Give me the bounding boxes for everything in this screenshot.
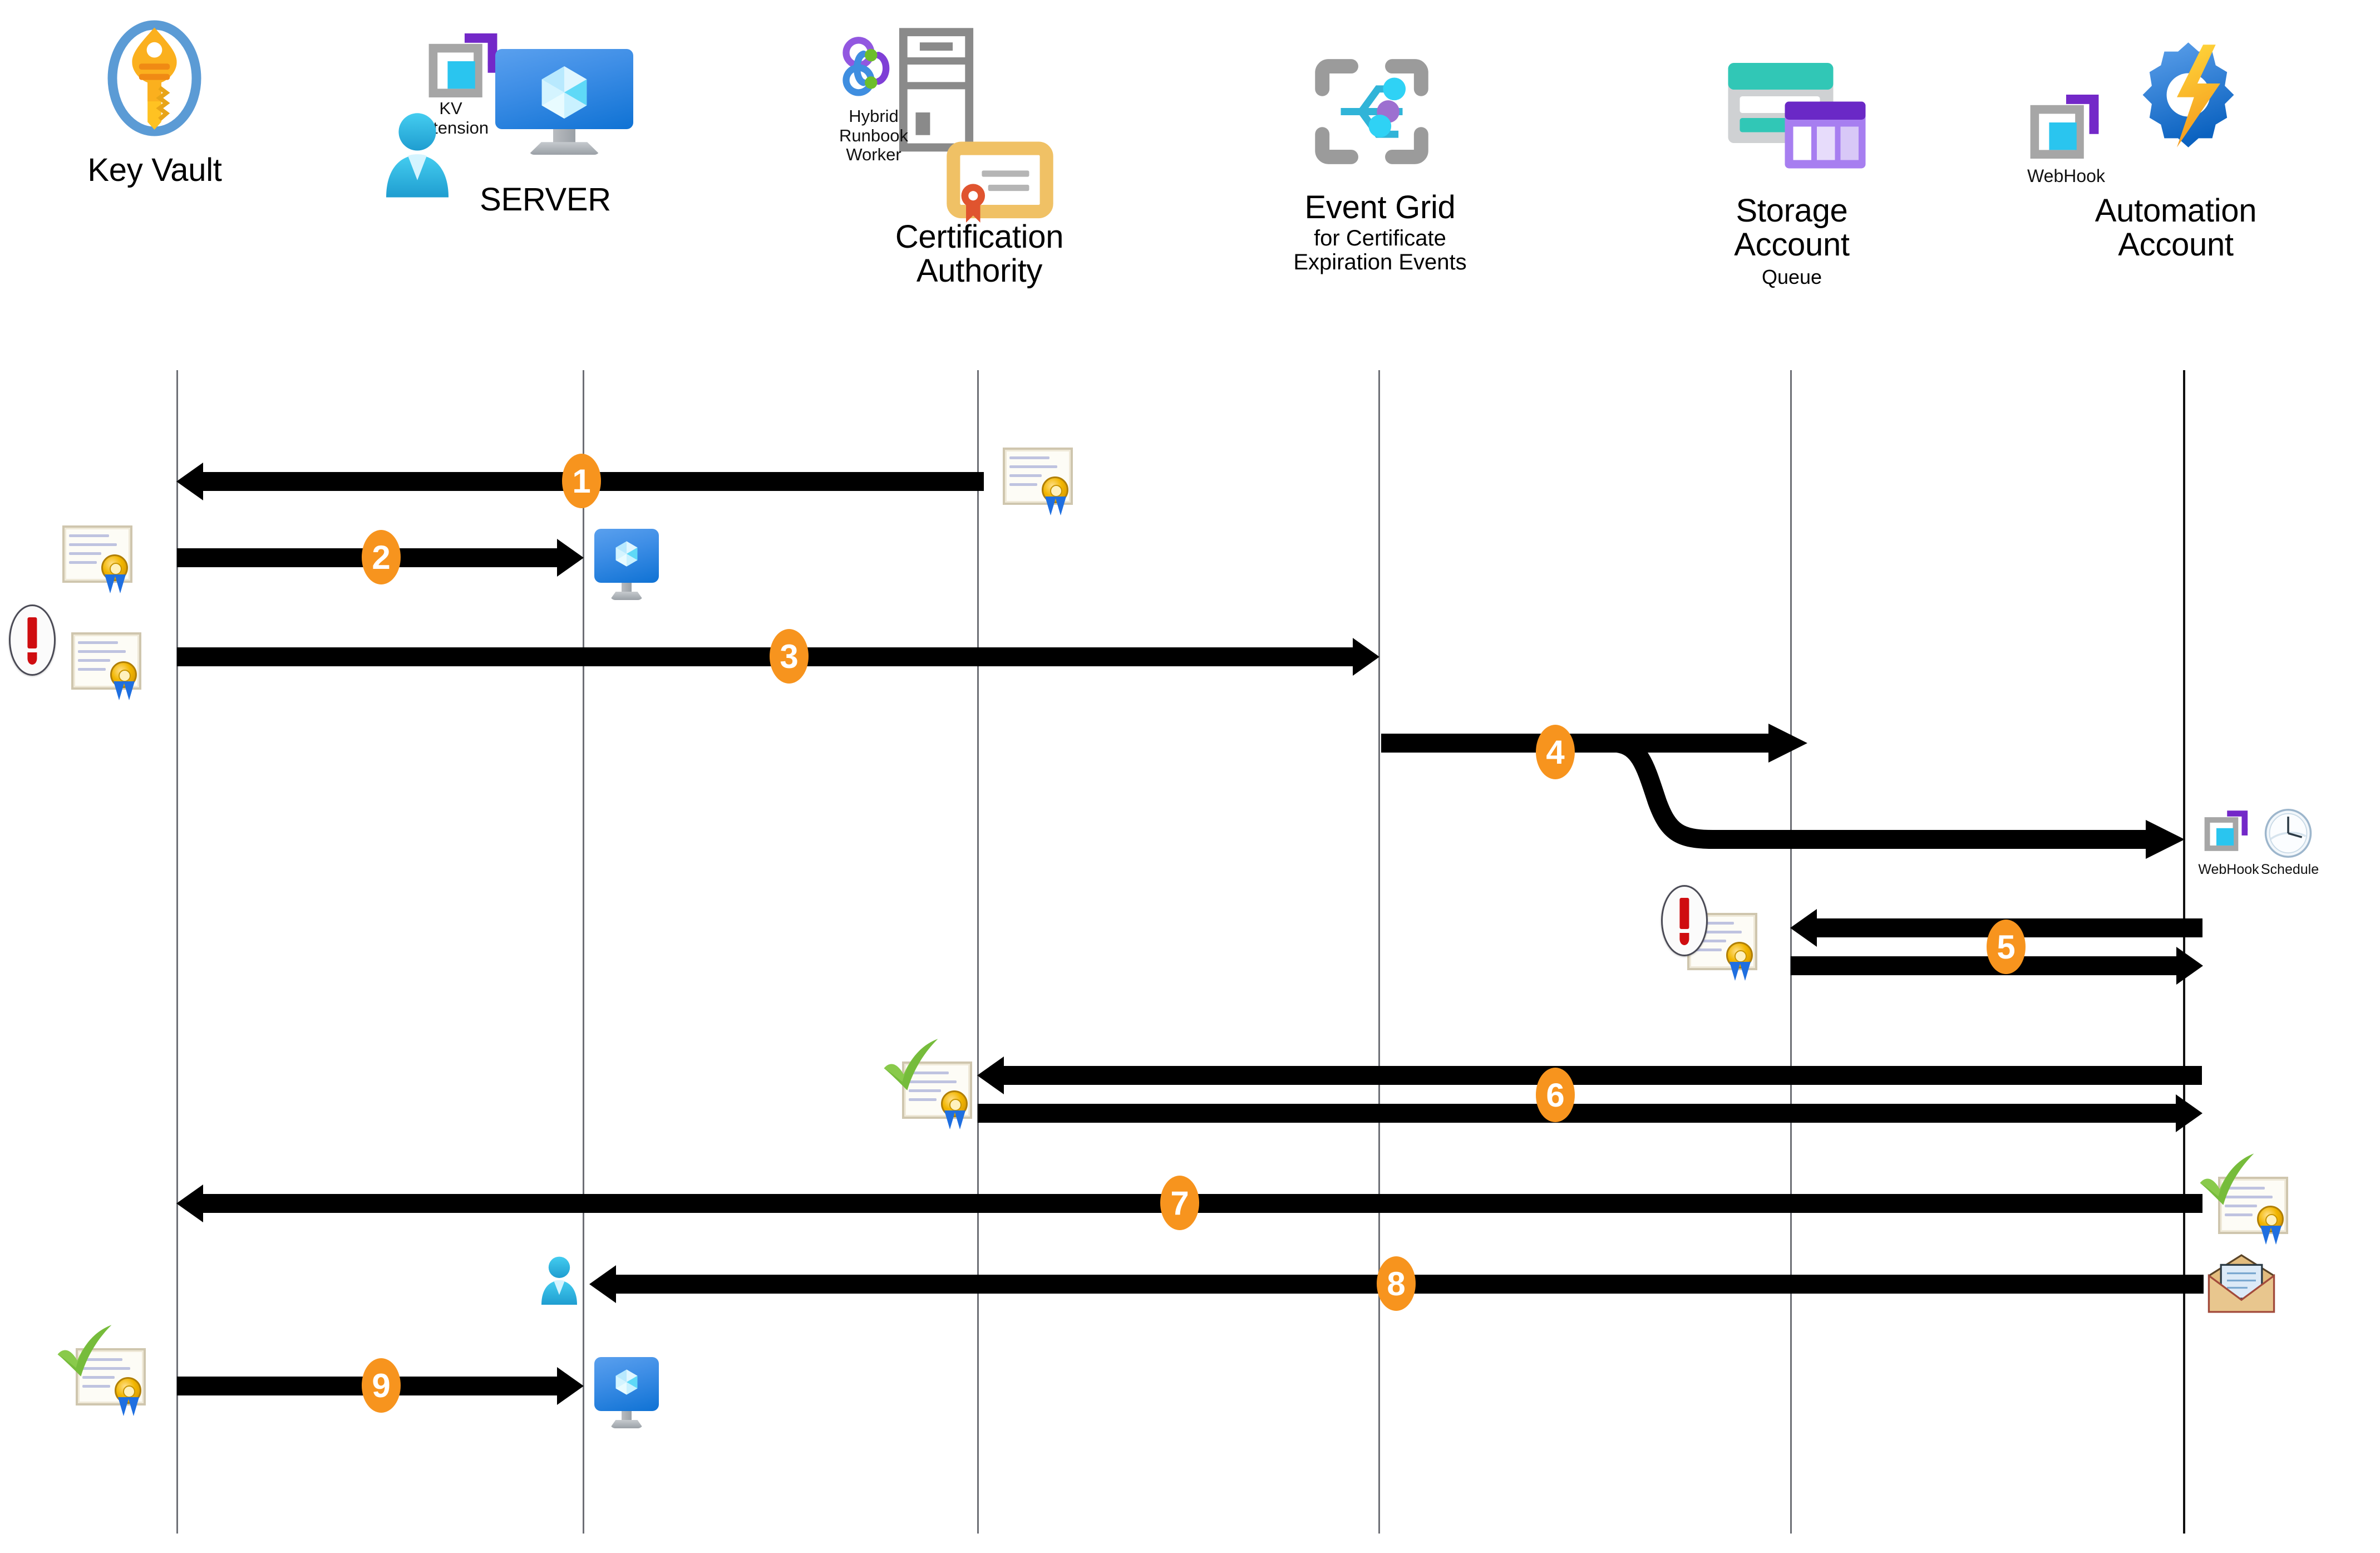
- alert-exclamation-icon-step-5: [1661, 885, 1708, 956]
- step-badge-9: 9: [362, 1358, 401, 1413]
- lifeline-certification-authority: [977, 370, 979, 1534]
- sequence-diagram-canvas: Key Vault KV Extension SERVER Hybrid Run…: [0, 0, 2380, 1553]
- certificate-icon-step-1: [1002, 444, 1080, 517]
- green-check-icon-step-7: [2196, 1151, 2258, 1212]
- green-check-icon-step-9: [54, 1323, 115, 1384]
- person-icon-step-8: [537, 1255, 582, 1305]
- server-monitor-icon-step-2: [594, 529, 659, 600]
- arrow-step-6-inbound: [977, 1056, 2202, 1094]
- webhook-small-label: WebHook: [2198, 862, 2259, 877]
- arrow-step-6-outbound: [978, 1094, 2202, 1132]
- column-title-server: SERVER: [480, 181, 611, 218]
- step-badge-4: 4: [1536, 725, 1575, 779]
- webhook-icon: [2029, 94, 2101, 166]
- step-badge-3: 3: [770, 629, 809, 684]
- column-header-server: SERVER: [390, 183, 701, 217]
- webhook-icon-small: [2204, 810, 2249, 856]
- hybrid-runbook-worker-icon: [842, 37, 911, 101]
- column-header-storage-account: Storage Account Queue: [1664, 194, 1920, 288]
- schedule-clock-icon: [2264, 808, 2313, 858]
- server-monitor-icon-step-9: [594, 1357, 659, 1428]
- column-title-key-vault: Key Vault: [87, 152, 222, 188]
- step-badge-5: 5: [1987, 920, 2026, 974]
- lifeline-key-vault: [176, 370, 178, 1534]
- column-title-automation-account: Automation Account: [2095, 193, 2257, 263]
- queue-icon: [1783, 100, 1867, 170]
- step-badge-1: 1: [562, 454, 601, 508]
- server-monitor-icon: [495, 49, 633, 155]
- step-badge-7: 7: [1160, 1176, 1199, 1230]
- certificate-icon: [947, 141, 1053, 223]
- column-header-key-vault: Key Vault: [10, 152, 299, 188]
- column-subtitle-event-grid: for Certificate Expiration Events: [1293, 226, 1467, 274]
- event-grid-icon: [1315, 59, 1428, 164]
- column-header-certification-authority: Certification Authority: [812, 220, 1146, 288]
- alert-exclamation-icon-step-3: [9, 605, 56, 676]
- column-title-storage-account: Storage Account: [1734, 193, 1850, 263]
- step-badge-2: 2: [362, 530, 401, 584]
- key-vault-icon: [103, 16, 206, 141]
- step-badge-8: 8: [1377, 1256, 1416, 1311]
- expiring-certificate-icon-step-3: [59, 622, 142, 700]
- lifeline-storage-account: [1790, 370, 1792, 1534]
- webhook-header-label: WebHook: [2027, 166, 2105, 186]
- arrow-step-4: [1379, 712, 2197, 879]
- green-check-icon-step-6: [880, 1036, 942, 1098]
- step-badge-6: 6: [1536, 1068, 1575, 1122]
- column-header-automation-account: Automation Account: [2003, 194, 2348, 262]
- column-title-certification-authority: Certification Authority: [895, 219, 1064, 289]
- column-header-event-grid: Event Grid for Certificate Expiration Ev…: [1235, 190, 1525, 274]
- certificate-icon-step-2: [61, 522, 139, 594]
- column-title-event-grid: Event Grid: [1304, 189, 1456, 225]
- automation-account-icon: [2131, 38, 2245, 152]
- lifeline-event-grid: [1378, 370, 1380, 1534]
- email-envelope-icon-step-8: [2205, 1254, 2278, 1315]
- kv-extension-icon: [427, 32, 500, 105]
- column-subtitle-storage-account: Queue: [1761, 265, 1822, 288]
- hybrid-runbook-worker-label: Hybrid Runbook Worker: [839, 106, 909, 165]
- schedule-small-label: Schedule: [2260, 862, 2319, 877]
